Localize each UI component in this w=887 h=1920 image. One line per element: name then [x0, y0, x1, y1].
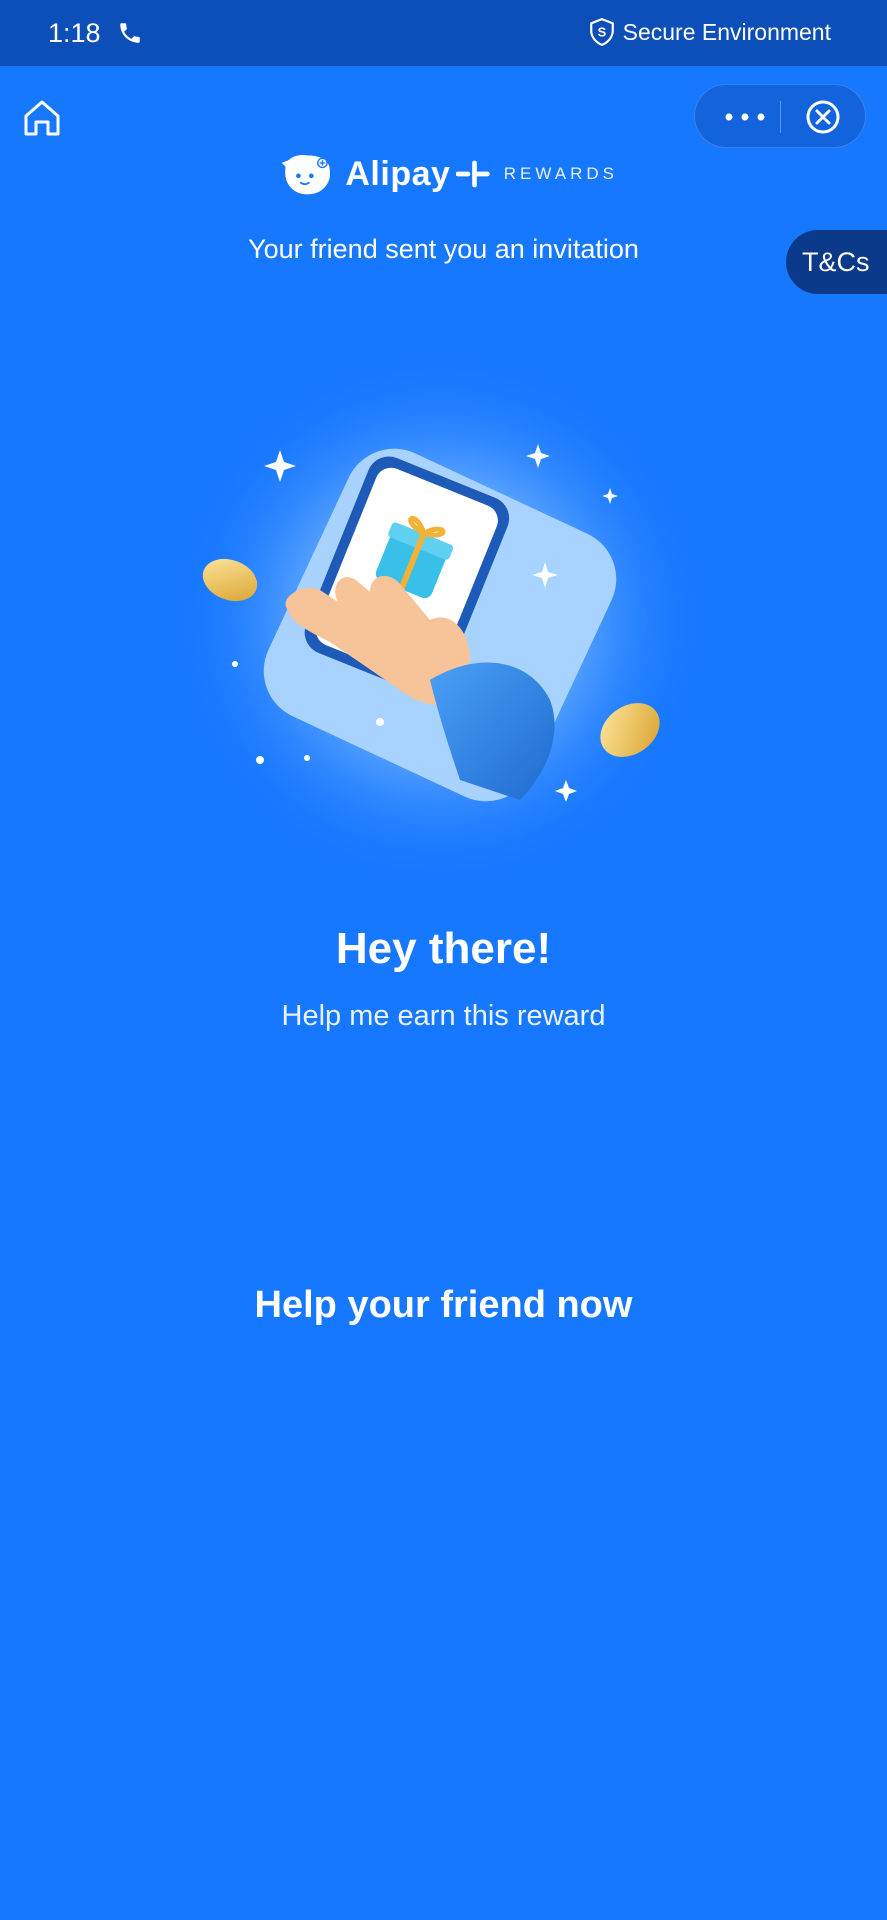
close-icon[interactable] — [803, 97, 843, 137]
secure-environment: S Secure Environment — [589, 18, 831, 46]
status-bar: 1:18 S Secure Environment — [0, 0, 887, 66]
svg-text:S: S — [597, 24, 606, 39]
capsule-divider — [780, 101, 781, 133]
more-icon[interactable] — [715, 101, 775, 133]
invite-text: Your friend sent you an invitation — [248, 234, 639, 264]
brand-logo: Alipay REWARDS — [278, 146, 618, 202]
hero-illustration — [170, 350, 710, 890]
plus-icon — [456, 160, 490, 188]
brand-name: Alipay — [345, 154, 451, 193]
secure-label: Secure Environment — [622, 18, 831, 45]
phone-icon — [120, 23, 140, 43]
tcs-button[interactable]: T&Cs — [786, 230, 887, 294]
shield-icon: S — [589, 18, 614, 46]
subline: Help me earn this reward — [281, 1000, 606, 1032]
mascot-icon — [281, 155, 331, 195]
status-time: 1:18 — [48, 18, 101, 48]
brand-rewards: REWARDS — [503, 164, 618, 183]
help-friend-button[interactable]: Help your friend now — [200, 1270, 687, 1340]
mini-app-capsule — [694, 84, 866, 148]
home-icon[interactable] — [20, 96, 64, 140]
headline: Hey there! — [335, 924, 552, 973]
